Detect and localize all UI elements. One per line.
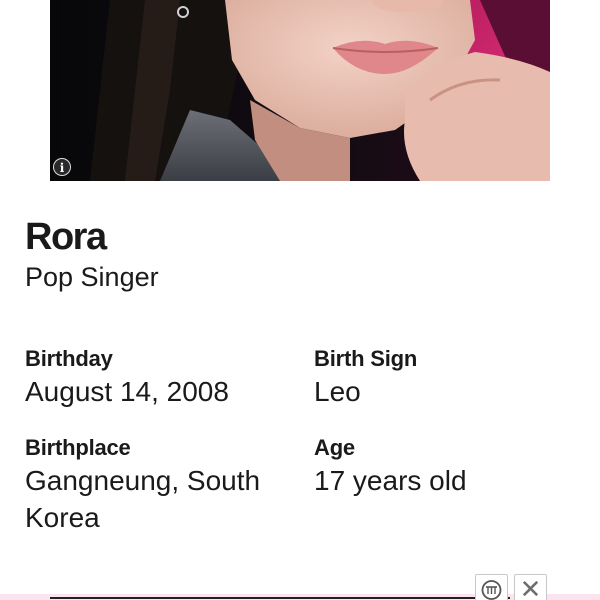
profile-photo[interactable]: [50, 0, 550, 181]
profile-page: i Rora Pop Singer Birthday August 14, 20…: [0, 0, 600, 600]
fact-birthplace-value[interactable]: Gangneung, South Korea: [25, 462, 295, 536]
fact-age-label: Age: [314, 435, 355, 460]
fact-birthday-label: Birthday: [25, 346, 113, 371]
fact-birth-sign-label: Birth Sign: [314, 346, 418, 371]
fact-birthday: Birthday August 14, 2008: [25, 346, 295, 410]
profile-name: Rora: [25, 216, 107, 258]
close-icon: ✕: [519, 574, 542, 600]
ad-choices-icon: [481, 580, 502, 600]
info-icon[interactable]: i: [53, 158, 71, 176]
fact-birth-sign-value[interactable]: Leo: [314, 373, 584, 410]
fact-birth-sign: Birth Sign Leo: [314, 346, 584, 410]
fact-birthday-value: August 14, 2008: [25, 376, 229, 407]
profile-occupation: Pop Singer: [25, 262, 159, 292]
fact-age: Age 17 years old: [314, 435, 584, 499]
ad-close-button[interactable]: ✕: [514, 574, 547, 600]
fact-age-value: 17 years old: [314, 465, 467, 496]
ad-banner-divider: [50, 597, 510, 599]
fact-birthplace-label: Birthplace: [25, 435, 131, 460]
fact-birthplace: Birthplace Gangneung, South Korea: [25, 435, 295, 536]
profile-photo-illustration: [50, 0, 550, 181]
ad-choices-button[interactable]: [475, 574, 508, 600]
